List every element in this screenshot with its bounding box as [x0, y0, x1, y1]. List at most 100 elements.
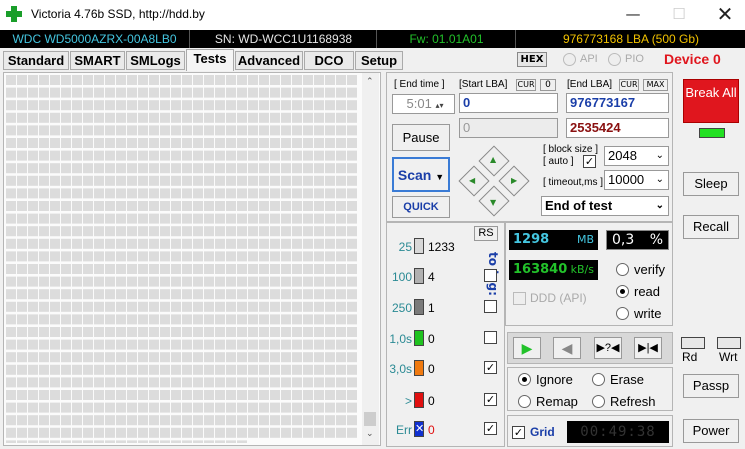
map-block — [182, 377, 192, 388]
map-block — [270, 213, 280, 224]
scan-button[interactable]: Scan ▼ — [392, 157, 450, 192]
map-block — [281, 87, 291, 98]
passp-button[interactable]: Passp — [683, 374, 739, 398]
grid-checkbox[interactable]: ✓ — [512, 426, 525, 439]
erase-label[interactable]: Erase — [610, 372, 644, 387]
map-block — [138, 289, 148, 300]
map-block — [127, 112, 137, 123]
log-checkbox[interactable] — [484, 300, 497, 313]
map-block — [160, 301, 170, 312]
map-block — [149, 75, 159, 85]
random-seek-icon[interactable]: ▶?◀ — [594, 337, 622, 359]
level-color-box — [414, 330, 424, 346]
log-checkbox[interactable]: ✓ — [484, 361, 497, 374]
reverse-icon[interactable]: ◀ — [553, 337, 581, 359]
map-block — [17, 264, 27, 274]
map-block — [226, 175, 236, 186]
map-block — [138, 364, 148, 375]
map-block — [50, 352, 60, 363]
map-block — [347, 112, 357, 123]
map-block — [149, 327, 159, 337]
map-block — [171, 150, 181, 161]
read-label[interactable]: read — [634, 284, 660, 299]
log-checkbox[interactable] — [484, 331, 497, 344]
quick-button[interactable]: QUICK — [392, 196, 450, 218]
block-size-auto-checkbox[interactable]: ✓ — [583, 155, 596, 168]
hex-button[interactable]: HEX — [517, 52, 547, 67]
sleep-button[interactable]: Sleep — [683, 172, 739, 196]
timeout-select[interactable]: 10000 ⌄ — [604, 170, 669, 190]
ignore-radio[interactable] — [518, 373, 531, 386]
map-block — [215, 276, 225, 287]
scroll-thumb[interactable] — [364, 412, 376, 426]
verify-label[interactable]: verify — [634, 262, 665, 277]
map-block — [17, 301, 27, 312]
map-block — [160, 238, 170, 249]
block-size-select[interactable]: 2048 ⌄ — [604, 146, 669, 166]
map-block — [127, 339, 137, 350]
map-block — [336, 339, 346, 350]
map-block — [39, 226, 49, 237]
read-radio[interactable] — [616, 285, 629, 298]
map-scrollbar[interactable]: ⌃ ⌄ — [362, 73, 379, 445]
end-lba-input[interactable]: 976773167 — [566, 93, 669, 113]
ignore-label[interactable]: Ignore — [536, 372, 573, 387]
tab-dco[interactable]: DCO — [304, 51, 354, 70]
map-block — [336, 364, 346, 375]
tab-setup[interactable]: Setup — [355, 51, 403, 70]
log-checkbox[interactable]: ✓ — [484, 422, 497, 435]
map-block — [6, 188, 16, 199]
erase-radio[interactable] — [592, 373, 605, 386]
remap-label[interactable]: Remap — [536, 394, 578, 409]
minimize-button[interactable]: — — [610, 0, 656, 30]
close-button[interactable]: ✕ — [702, 0, 745, 30]
write-label[interactable]: write — [634, 306, 661, 321]
start-lba-input[interactable]: 0 — [459, 93, 558, 113]
end-cur-button[interactable]: CUR — [619, 79, 639, 91]
scroll-down-icon[interactable]: ⌄ — [366, 429, 374, 439]
map-block — [237, 264, 247, 274]
power-button[interactable]: Power — [683, 419, 739, 443]
pause-button[interactable]: Pause — [392, 124, 450, 151]
tab-standard[interactable]: Standard — [3, 51, 69, 70]
recall-button[interactable]: Recall — [683, 215, 739, 239]
play-icon[interactable]: ▶ — [513, 337, 541, 359]
map-block — [325, 390, 335, 400]
map-block — [347, 352, 357, 363]
refresh-label[interactable]: Refresh — [610, 394, 656, 409]
pio-radio — [608, 53, 621, 66]
map-block — [259, 402, 269, 413]
percent-unit: % — [649, 232, 663, 248]
refresh-radio[interactable] — [592, 395, 605, 408]
pio-label: PIO — [625, 53, 644, 65]
tab-smlogs[interactable]: SMLogs — [126, 51, 185, 70]
map-block — [270, 75, 280, 85]
tab-advanced[interactable]: Advanced — [235, 51, 303, 70]
end-max-button[interactable]: MAX — [643, 79, 668, 91]
break-all-button[interactable]: Break All — [683, 79, 739, 123]
butterfly-icon[interactable]: ▶|◀ — [634, 337, 662, 359]
map-block — [325, 87, 335, 98]
start-cur-button[interactable]: CUR — [516, 79, 536, 91]
map-block — [226, 87, 236, 98]
end-action-select[interactable]: End of test ⌄ — [541, 196, 669, 216]
start-zero-button[interactable]: 0 — [540, 79, 556, 91]
map-block — [17, 226, 27, 237]
map-block — [325, 402, 335, 413]
map-block — [149, 100, 159, 111]
scroll-up-icon[interactable]: ⌃ — [366, 77, 374, 87]
log-checkbox[interactable]: ✓ — [484, 393, 497, 406]
verify-radio[interactable] — [616, 263, 629, 276]
tab-smart[interactable]: SMART — [70, 51, 125, 70]
spin-icon[interactable]: ▴▾ — [435, 101, 443, 110]
remap-radio[interactable] — [518, 395, 531, 408]
map-block — [28, 415, 38, 426]
tab-tests[interactable]: Tests — [186, 49, 234, 71]
map-block — [116, 264, 126, 274]
log-checkbox[interactable] — [484, 269, 497, 282]
map-block — [83, 226, 93, 237]
write-radio[interactable] — [616, 307, 629, 320]
map-block — [171, 364, 181, 375]
map-block — [259, 238, 269, 249]
maximize-button[interactable]: ☐ — [656, 0, 702, 30]
